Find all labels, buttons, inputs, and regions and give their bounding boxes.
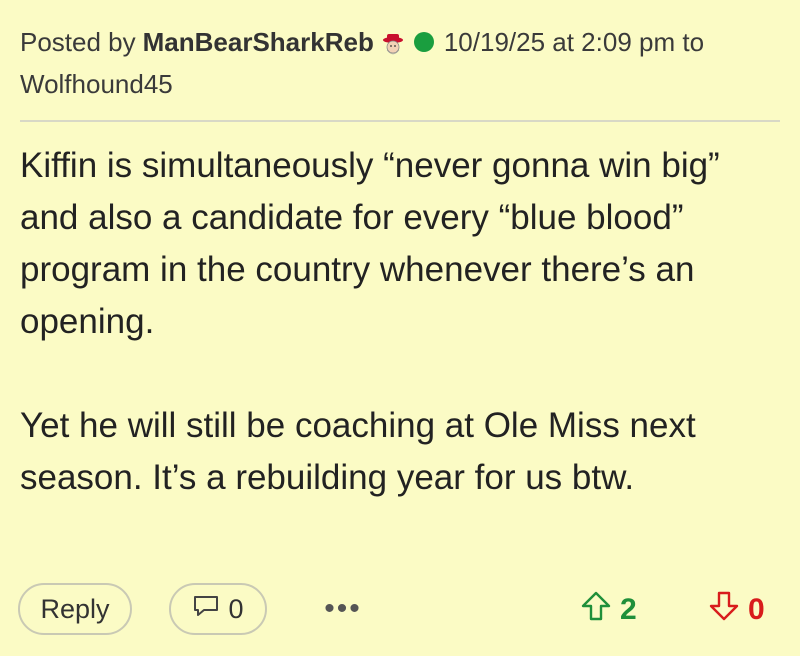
arrow-up-icon [580, 590, 620, 630]
post-actions-bar: Reply 0 ••• 2 0 [0, 583, 800, 638]
header-divider [20, 120, 780, 122]
arrow-down-icon [708, 590, 748, 630]
post-meta-line: Posted by ManBearSharkReb 10/19/25 at 2:… [20, 22, 780, 62]
more-dots-icon: ••• [324, 592, 362, 625]
post-paragraph: Yet he will still be coaching at Ole Mis… [20, 406, 696, 497]
comment-count: 0 [228, 593, 244, 624]
posted-by-label: Posted by [20, 27, 136, 57]
author-name-link[interactable]: ManBearSharkReb [143, 22, 374, 62]
rebel-mascot-badge-icon [380, 29, 406, 55]
downvote-button[interactable]: 0 [708, 591, 765, 629]
reply-button[interactable]: Reply [18, 583, 132, 635]
upvote-button[interactable]: 2 [580, 591, 637, 629]
upvote-count: 2 [620, 593, 637, 626]
downvote-count: 0 [748, 593, 765, 626]
more-options-button[interactable]: ••• [318, 591, 368, 627]
comment-bubble-icon [192, 594, 228, 625]
post-header: Posted by ManBearSharkReb 10/19/25 at 2:… [20, 22, 780, 104]
online-status-dot [413, 32, 434, 52]
post-body: Kiffin is simultaneously “never gonna wi… [20, 140, 780, 556]
reply-to-user-link[interactable]: Wolfhound45 [20, 64, 780, 104]
post-timestamp: 10/19/25 at 2:09 pm to [443, 27, 705, 57]
comment-count-button[interactable]: 0 [169, 583, 267, 635]
post-paragraph: Kiffin is simultaneously “never gonna wi… [20, 146, 720, 341]
reply-button-label: Reply [40, 593, 110, 624]
